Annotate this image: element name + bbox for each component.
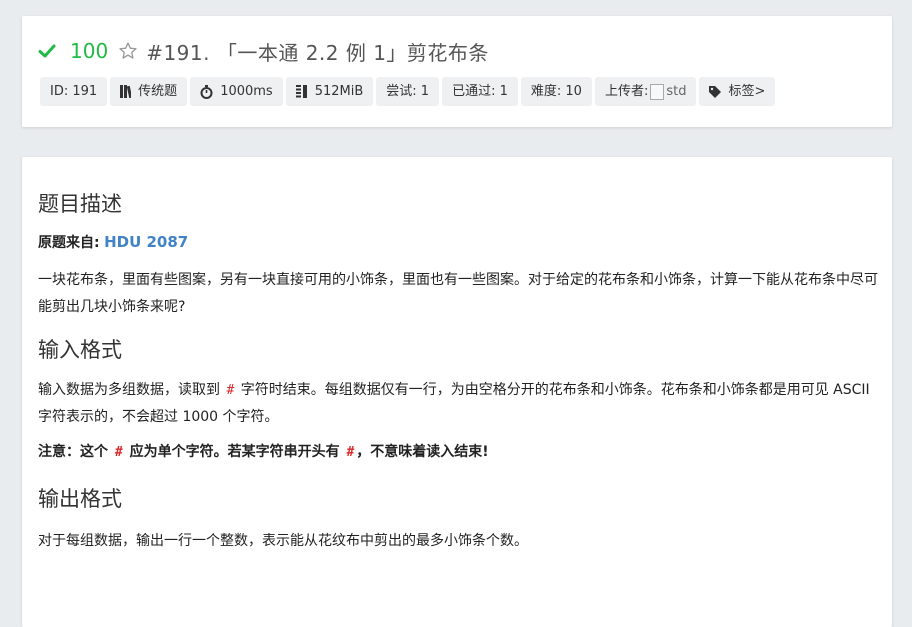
tag-uploader[interactable]: 上传者: std xyxy=(594,77,697,106)
problem-content-card: 题目描述 原题来自: HDU 2087 一块花布条，里面有些图案，另有一块直接可… xyxy=(22,157,892,627)
section-title-output: 输出格式 xyxy=(38,487,122,511)
note-text-c: ，不意味着读入结束! xyxy=(356,444,489,460)
checkmark-icon xyxy=(38,44,56,58)
broken-image-icon xyxy=(650,83,665,100)
tag-time-text: 1000ms xyxy=(220,84,273,99)
tag-accepted-text: 已通过: 1 xyxy=(452,84,508,99)
input-note: 注意：这个 # 应为单个字符。若某字符串开头有 # ，不意味着读入结束! xyxy=(38,439,878,466)
note-text-a: 注意：这个 xyxy=(38,444,113,460)
tag-attempts-text: 尝试: 1 xyxy=(386,84,430,99)
tag-id-text: ID: 191 xyxy=(50,84,98,99)
tag-bar: ID: 191 传统题 1000ms 512MiB 尝试: 1 已通过: 1 难… xyxy=(40,77,776,106)
description-text: 一块花布条，里面有些图案，另有一块直接可用的小饰条，里面也有一些图案。对于给定的… xyxy=(38,272,878,315)
stopwatch-icon xyxy=(200,84,213,99)
title-row: 100 #191. 「一本通 2.2 例 1」剪花布条 xyxy=(38,36,489,66)
section-title-description: 题目描述 xyxy=(38,192,122,216)
source-line: 原题来自: HDU 2087 xyxy=(38,229,878,257)
tag-accepted: 已通过: 1 xyxy=(442,77,518,106)
tag-memory-text: 512MiB xyxy=(314,84,364,99)
star-icon[interactable] xyxy=(118,41,138,61)
tag-uploader-label: 上传者: xyxy=(604,84,649,99)
source-link[interactable]: HDU 2087 xyxy=(104,233,188,251)
tag-time: 1000ms xyxy=(190,77,283,106)
score: 100 xyxy=(70,39,109,63)
memory-icon xyxy=(295,85,307,98)
hash-code: # xyxy=(226,383,235,398)
input-format-text: 输入数据为多组数据，读取到 # 字符时结束。每组数据仅有一行，为由空格分开的花布… xyxy=(38,377,878,431)
source-label: 原题来自: xyxy=(38,235,100,251)
hash-code: # xyxy=(346,445,355,460)
tag-type: 传统题 xyxy=(110,77,188,106)
input-text-a: 输入数据为多组数据，读取到 xyxy=(38,382,225,398)
tag-labels-text: 标签> xyxy=(728,84,766,99)
tag-attempts: 尝试: 1 xyxy=(376,77,440,106)
tag-type-text: 传统题 xyxy=(138,84,178,99)
problem-statement: 题目描述 原题来自: HDU 2087 一块花布条，里面有些图案，另有一块直接可… xyxy=(38,187,878,555)
tag-labels[interactable]: 标签> xyxy=(699,77,776,106)
hash-code: # xyxy=(114,445,123,460)
tag-id: ID: 191 xyxy=(40,77,108,106)
book-icon xyxy=(120,85,132,98)
problem-title: #191. 「一本通 2.2 例 1」剪花布条 xyxy=(146,40,489,65)
tag-difficulty: 难度: 10 xyxy=(520,77,592,106)
tag-memory: 512MiB xyxy=(285,77,374,106)
problem-header-card: 100 #191. 「一本通 2.2 例 1」剪花布条 ID: 191 传统题 … xyxy=(22,16,892,127)
tag-icon xyxy=(709,85,722,98)
uploader-avatar[interactable]: std xyxy=(650,77,686,106)
output-format-text: 对于每组数据，输出一行一个整数，表示能从花纹布中剪出的最多小饰条个数。 xyxy=(38,533,528,549)
tag-difficulty-text: 难度: 10 xyxy=(530,84,582,99)
uploader-name: std xyxy=(666,84,687,99)
section-title-input: 输入格式 xyxy=(38,338,122,362)
note-text-b: 应为单个字符。若某字符串开头有 xyxy=(124,444,345,460)
